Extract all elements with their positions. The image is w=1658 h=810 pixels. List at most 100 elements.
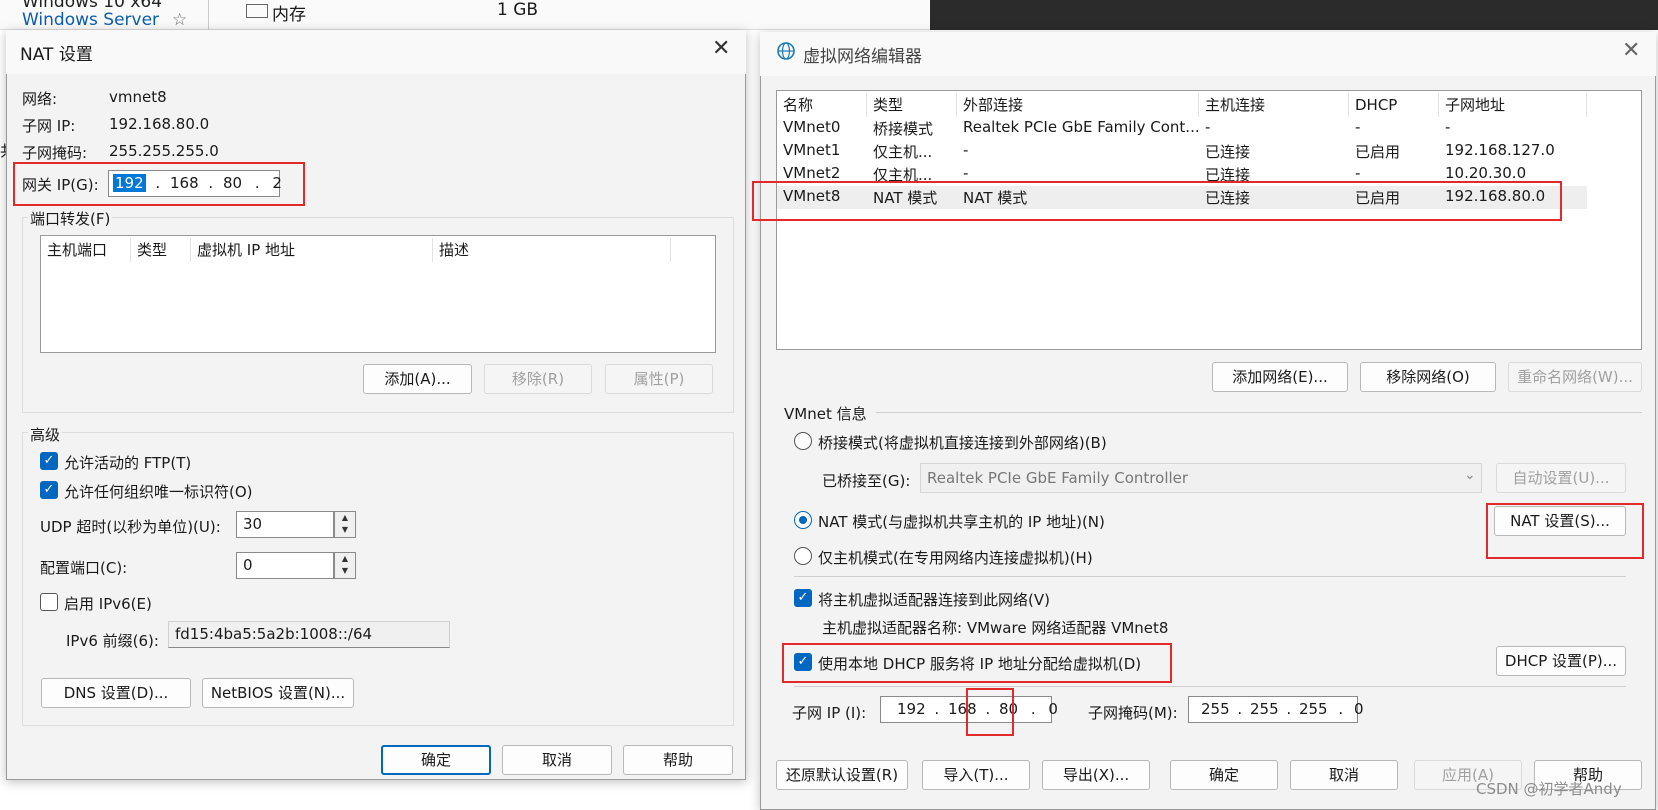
- nat-mode-radio[interactable]: [794, 511, 812, 529]
- allow-ftp-checkbox[interactable]: ✓: [40, 452, 58, 470]
- connect-adapter-checkbox[interactable]: ✓: [794, 589, 812, 607]
- bridge-mode-radio[interactable]: [794, 432, 812, 450]
- vne-dialog-title: 虚拟网络编辑器: [803, 47, 922, 67]
- row-vmnet0-host[interactable]: -: [1205, 118, 1210, 136]
- remove-network-button[interactable]: 移除网络(O): [1360, 362, 1496, 392]
- enable-ipv6-checkbox[interactable]: [40, 593, 58, 611]
- nat-help-button[interactable]: 帮助: [623, 745, 733, 775]
- row-vmnet0-dhcp[interactable]: -: [1355, 118, 1360, 136]
- host-only-radio[interactable]: [794, 547, 812, 565]
- memory-value: 1 GB: [497, 0, 539, 20]
- connect-adapter-label[interactable]: 将主机虚拟适配器连接到此网络(V): [818, 589, 1050, 610]
- row-vmnet1-type[interactable]: 仅主机...: [873, 141, 932, 162]
- ipv6-prefix-input[interactable]: fd15:4ba5:5a2b:1008::/64: [168, 621, 450, 648]
- dark-background: [930, 0, 1658, 30]
- mask-dot: .: [1237, 700, 1243, 718]
- col-type[interactable]: 类型: [131, 238, 191, 262]
- add-button[interactable]: 添加(A)...: [363, 364, 472, 394]
- row-vmnet2-external[interactable]: -: [963, 164, 968, 182]
- remove-button[interactable]: 移除(R): [484, 364, 592, 394]
- config-port-spinner[interactable]: ▲ ▼: [334, 552, 356, 579]
- auto-settings-button[interactable]: 自动设置(U)...: [1496, 463, 1626, 493]
- spin-up-icon[interactable]: ▲: [335, 553, 355, 565]
- restore-defaults-button[interactable]: 还原默认设置(R): [776, 760, 908, 790]
- nat-cancel-button[interactable]: 取消: [502, 745, 612, 775]
- subnet-mask-label: 子网掩码:: [22, 144, 88, 162]
- col-dhcp[interactable]: DHCP: [1349, 93, 1439, 117]
- subnet-octet-highlight-box: [966, 688, 1014, 736]
- host-only-label[interactable]: 仅主机模式(在专用网络内连接虚拟机)(H): [818, 547, 1093, 568]
- mask-octet-4[interactable]: 0: [1354, 700, 1364, 718]
- row-vmnet2-dhcp[interactable]: -: [1355, 164, 1360, 182]
- chevron-down-icon[interactable]: ⌄: [1464, 467, 1476, 483]
- row-vmnet1-name[interactable]: VMnet1: [783, 141, 840, 159]
- row-vmnet1-host[interactable]: 已连接: [1205, 141, 1250, 162]
- subnet-ip-value: 192.168.80.0: [109, 115, 210, 133]
- vmnet8-highlight-box: [752, 181, 1562, 221]
- memory-label: 内存: [272, 5, 306, 25]
- star-icon[interactable]: ☆: [172, 10, 187, 30]
- col-type[interactable]: 类型: [867, 93, 957, 117]
- add-network-button[interactable]: 添加网络(E)...: [1212, 362, 1348, 392]
- nat-mode-label[interactable]: NAT 模式(与虚拟机共享主机的 IP 地址)(N): [818, 511, 1105, 532]
- import-button[interactable]: 导入(T)...: [922, 760, 1030, 790]
- row-vmnet0-subnet[interactable]: -: [1445, 118, 1450, 136]
- properties-button[interactable]: 属性(P): [605, 364, 713, 394]
- udp-timeout-spinner[interactable]: ▲ ▼: [334, 511, 356, 538]
- spin-down-icon[interactable]: ▼: [335, 524, 355, 536]
- divider: [208, 0, 209, 30]
- udp-timeout-input[interactable]: 30: [236, 511, 334, 538]
- bridged-to-select[interactable]: Realtek PCIe GbE Family Controller: [920, 463, 1482, 493]
- subnet-octet-4[interactable]: 0: [1048, 700, 1058, 718]
- netbios-settings-button[interactable]: NetBIOS 设置(N)...: [202, 678, 354, 708]
- nat-ok-button[interactable]: 确定: [381, 745, 491, 775]
- sidebar-vm-item-selected[interactable]: Windows Server: [22, 10, 159, 30]
- globe-icon: [776, 41, 796, 61]
- row-vmnet1-external[interactable]: -: [963, 141, 968, 159]
- mask-octet-3[interactable]: 255: [1299, 700, 1328, 718]
- ipv6-prefix-label: IPv6 前缀(6):: [66, 632, 159, 650]
- vne-subnet-mask-input[interactable]: 255 . 255 . 255 . 0: [1188, 696, 1364, 723]
- row-vmnet2-subnet[interactable]: 10.20.30.0: [1445, 164, 1526, 182]
- spin-up-icon[interactable]: ▲: [335, 512, 355, 524]
- col-subnet[interactable]: 子网地址: [1439, 93, 1587, 117]
- allow-uid-label[interactable]: 允许任何组织唯一标识符(O): [64, 481, 253, 502]
- row-vmnet0-type[interactable]: 桥接模式: [873, 118, 933, 139]
- enable-ipv6-label[interactable]: 启用 IPv6(E): [64, 593, 152, 614]
- col-vm-ip[interactable]: 虚拟机 IP 地址: [191, 238, 433, 262]
- allow-ftp-label[interactable]: 允许活动的 FTP(T): [64, 452, 191, 473]
- row-vmnet1-subnet[interactable]: 192.168.127.0: [1445, 141, 1555, 159]
- nat-dialog-title: NAT 设置: [20, 45, 93, 65]
- export-button[interactable]: 导出(X)...: [1042, 760, 1150, 790]
- nat-title-bar: [6, 30, 746, 74]
- col-external[interactable]: 外部连接: [957, 93, 1199, 117]
- row-vmnet0-name[interactable]: VMnet0: [783, 118, 840, 136]
- vne-ok-button[interactable]: 确定: [1170, 760, 1278, 790]
- col-host-port[interactable]: 主机端口: [41, 238, 131, 262]
- rename-network-button[interactable]: 重命名网络(W)...: [1508, 362, 1642, 392]
- subnet-ip-label: 子网 IP:: [22, 117, 76, 135]
- dhcp-settings-button[interactable]: DHCP 设置(P)...: [1496, 646, 1626, 676]
- subnet-dot: .: [1030, 700, 1036, 718]
- adapter-name-label: 主机虚拟适配器名称: VMware 网络适配器 VMnet8: [822, 619, 1169, 637]
- allow-uid-checkbox[interactable]: ✓: [40, 481, 58, 499]
- mask-octet-1[interactable]: 255: [1201, 700, 1230, 718]
- subnet-octet-1[interactable]: 192: [897, 700, 926, 718]
- col-name[interactable]: 名称: [777, 93, 867, 117]
- row-vmnet0-external[interactable]: Realtek PCIe GbE Family Cont...: [963, 118, 1200, 136]
- col-host-connection[interactable]: 主机连接: [1199, 93, 1349, 117]
- spin-down-icon[interactable]: ▼: [335, 565, 355, 577]
- col-description[interactable]: 描述: [433, 238, 671, 262]
- bridge-mode-label[interactable]: 桥接模式(将虚拟机直接连接到外部网络)(B): [818, 432, 1107, 453]
- mask-dot: .: [1286, 700, 1292, 718]
- config-port-label: 配置端口(C):: [40, 559, 128, 577]
- dns-settings-button[interactable]: DNS 设置(D)...: [41, 678, 191, 708]
- vne-close-icon[interactable]: ✕: [1622, 38, 1640, 63]
- row-vmnet1-dhcp[interactable]: 已启用: [1355, 141, 1400, 162]
- nat-close-icon[interactable]: ✕: [712, 36, 730, 61]
- row-vmnet2-name[interactable]: VMnet2: [783, 164, 840, 182]
- vne-cancel-button[interactable]: 取消: [1290, 760, 1398, 790]
- mask-octet-2[interactable]: 255: [1250, 700, 1279, 718]
- config-port-input[interactable]: 0: [236, 552, 334, 579]
- vmnet-info-separator: [876, 412, 1642, 413]
